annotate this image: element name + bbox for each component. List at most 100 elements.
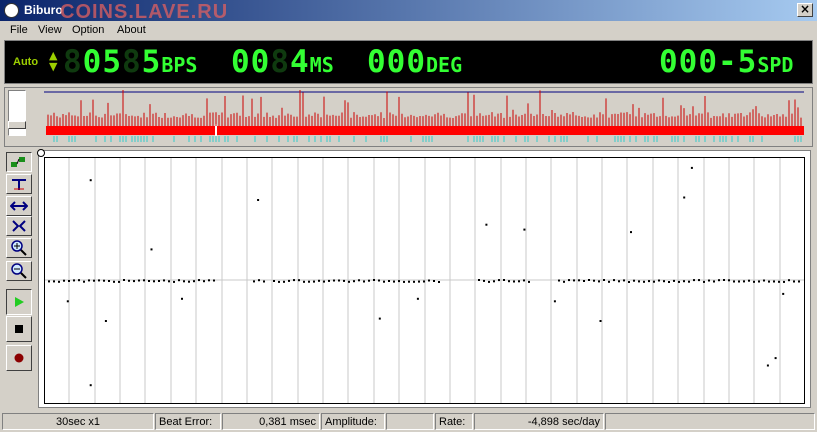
- overview-band: [46, 126, 804, 135]
- trace-dot: [288, 279, 290, 282]
- trace-dot: [723, 279, 725, 281]
- stop-icon: [15, 325, 23, 333]
- trace-dot: [428, 279, 430, 282]
- zoom-in-tool[interactable]: [6, 238, 32, 258]
- trace-dot: [568, 279, 570, 282]
- trace-dot: [383, 280, 385, 283]
- trace-dot: [728, 279, 730, 282]
- trace-dot: [628, 281, 630, 283]
- trace-dot: [733, 280, 735, 283]
- trace-dot: [53, 280, 55, 283]
- trace-dot: [353, 280, 355, 283]
- trace-dot: [693, 279, 695, 282]
- trace-plot[interactable]: [44, 157, 805, 404]
- trace-dot: [673, 279, 675, 282]
- outlier-dot: [690, 166, 693, 169]
- menu-view[interactable]: View: [38, 24, 62, 36]
- trace-dot: [298, 279, 300, 282]
- trace-dot: [433, 280, 435, 282]
- record-icon: [14, 353, 24, 363]
- trace-dot: [513, 280, 515, 283]
- status-empty-pane: [605, 413, 815, 430]
- play-icon: [15, 297, 24, 307]
- mode-arrows-icon[interactable]: ▲ ▼: [49, 50, 57, 72]
- zoom-slider-thumb[interactable]: [8, 121, 26, 129]
- trace-dot: [203, 280, 205, 283]
- cursor-tool[interactable]: [6, 174, 32, 194]
- trace-dot: [413, 280, 415, 283]
- trace-dot: [128, 279, 130, 282]
- lcd-mode-label: Auto: [13, 56, 39, 68]
- trace-dot: [253, 280, 255, 283]
- overview-strip[interactable]: [44, 90, 805, 146]
- trace-dot: [178, 279, 180, 282]
- zoom-out-tool[interactable]: [6, 261, 32, 281]
- fit-tool[interactable]: [6, 216, 32, 236]
- outlier-dot: [66, 300, 69, 303]
- trace-dot: [78, 279, 80, 282]
- trace-dot: [148, 280, 150, 282]
- menu-file[interactable]: File: [10, 24, 28, 36]
- status-beat-error-label: Beat Error:: [155, 413, 221, 430]
- trace-dot: [618, 280, 620, 283]
- trace-dot: [263, 280, 265, 283]
- play-button[interactable]: [6, 289, 32, 315]
- trace-dot: [773, 280, 775, 283]
- trace-dot: [478, 279, 480, 281]
- trace-dot: [258, 279, 260, 282]
- trace-dot: [153, 280, 155, 283]
- menu-option[interactable]: Option: [72, 24, 104, 36]
- close-button[interactable]: ×: [797, 3, 813, 17]
- trace-dot: [713, 280, 715, 283]
- trace-dot: [783, 280, 785, 283]
- trace-dot: [358, 279, 360, 282]
- status-rate-value: -4,898 sec/day: [474, 413, 604, 430]
- trace-dot: [338, 279, 340, 282]
- trace-dot: [98, 279, 100, 282]
- trace-dot: [593, 279, 595, 282]
- trace-dot: [348, 280, 350, 283]
- trace-dot: [48, 280, 50, 283]
- trace-dot: [633, 279, 635, 282]
- spd-unit: SPD: [757, 53, 794, 77]
- trace-dot: [68, 280, 70, 282]
- zoom-out-icon: [11, 263, 27, 279]
- window-title-bar[interactable]: Biburo COINS.LAVE.RU ×: [0, 0, 817, 23]
- outlier-dot: [553, 300, 556, 303]
- trace-dot: [603, 279, 605, 281]
- stretch-horizontal-tool[interactable]: [6, 196, 32, 216]
- trace-dot: [333, 279, 335, 282]
- trace-dot: [63, 279, 65, 282]
- record-button[interactable]: [6, 345, 32, 371]
- trace-dot: [73, 279, 75, 282]
- trace-dot: [518, 280, 520, 283]
- zoom-slider[interactable]: [8, 90, 26, 136]
- trace-dot: [613, 279, 615, 282]
- menu-about[interactable]: About: [117, 24, 146, 36]
- step-tool[interactable]: [6, 152, 32, 172]
- trace-dot: [648, 280, 650, 283]
- ms-unit: MS: [309, 53, 334, 77]
- bottom-strip: [0, 432, 817, 442]
- trace-dot: [283, 280, 285, 283]
- bps-ghost-digit-2: 8: [122, 44, 142, 80]
- bps-readout: 80585BPS: [63, 45, 197, 79]
- outlier-dot: [485, 223, 488, 226]
- trace-dot: [703, 280, 705, 283]
- outlier-dot: [257, 199, 260, 201]
- trace-dot: [558, 279, 560, 282]
- spd-readout: 000-5SPD: [659, 45, 793, 79]
- trace-dot: [573, 279, 575, 282]
- trace-dot: [183, 280, 185, 283]
- trace-dot: [88, 279, 90, 282]
- stop-button[interactable]: [6, 316, 32, 342]
- trace-dot: [483, 279, 485, 282]
- outlier-dot: [150, 248, 153, 251]
- plot-origin-handle[interactable]: [37, 149, 45, 157]
- trace-dot: [388, 280, 390, 282]
- cursor-icon: [12, 179, 26, 190]
- bps-value: 05: [82, 44, 122, 80]
- trace-dot: [188, 280, 190, 283]
- trace-dot: [643, 280, 645, 283]
- trace-dot: [488, 280, 490, 283]
